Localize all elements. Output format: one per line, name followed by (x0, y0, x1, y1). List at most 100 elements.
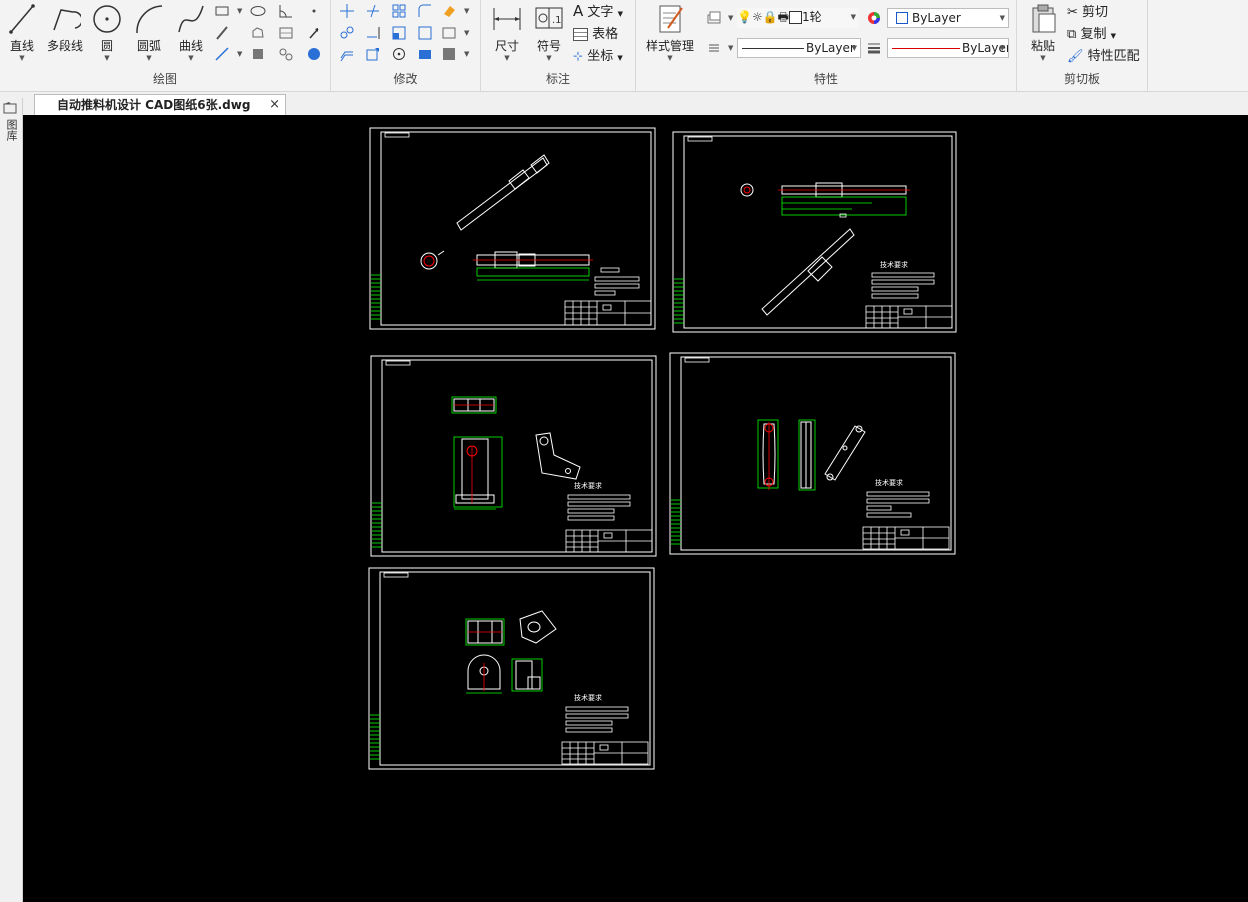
symbol-tool[interactable]: .1 符号 ▼ (531, 2, 567, 62)
chevron-down-icon: ▼ (104, 54, 110, 62)
layer-tool[interactable] (441, 25, 457, 41)
angle-tool[interactable] (278, 3, 294, 19)
lineweight-tool[interactable] (866, 40, 882, 56)
properties-panel-label: 特性 (813, 72, 838, 86)
circle-icon (93, 5, 121, 33)
tech-requirements-label: 技术要求 (875, 478, 903, 487)
lock-icon: 🔒 (762, 10, 778, 24)
drawing-canvas[interactable]: 技术要求 技术要求 技术要求 技术要求 (23, 115, 1248, 902)
color-wheel-tool[interactable] (866, 10, 882, 26)
chevron-down-icon[interactable]: ▼ (237, 7, 242, 15)
library-label: 图库 (5, 119, 18, 141)
group-icon (279, 48, 293, 61)
group-tool[interactable] (278, 46, 294, 62)
close-icon[interactable]: × (269, 95, 280, 115)
chevron-down-icon[interactable]: ▼ (464, 29, 469, 37)
match-properties-tool[interactable]: 🖌 特性匹配 (1067, 45, 1140, 64)
properties-tool[interactable] (441, 46, 457, 62)
lineweight-combo[interactable]: ByLayer ▼ (887, 38, 1009, 58)
style-manager-icon (659, 5, 683, 33)
drawing-sheet[interactable] (369, 127, 657, 331)
layer-combo[interactable]: 💡☼🔒🖶 1轮 ▼ (737, 8, 859, 28)
eraser-icon (444, 6, 455, 17)
library-icon (3, 102, 17, 114)
polyline-tool[interactable]: 多段线 (42, 2, 88, 54)
scale-tool[interactable] (391, 25, 407, 41)
block-tool[interactable] (250, 46, 266, 62)
stretch-tool[interactable] (365, 46, 381, 62)
copy-icon: ⧉ (1067, 27, 1077, 42)
drawing-sheet[interactable]: 技术要求 (669, 352, 957, 556)
ellipse-icon (250, 6, 266, 16)
list-icon (709, 44, 719, 52)
drawing-sheet[interactable]: 技术要求 (672, 131, 958, 334)
arc-label: 圆弧 (136, 39, 161, 53)
angle-icon (279, 5, 292, 18)
move-tool[interactable] (339, 3, 355, 19)
offset-tool[interactable] (339, 46, 355, 62)
color-combo[interactable]: ByLayer ▼ (887, 8, 1009, 28)
ellipse-tool[interactable] (250, 3, 266, 19)
explode-tool[interactable] (417, 46, 433, 62)
chevron-down-icon[interactable]: ▼ (237, 50, 242, 58)
hatch-tool[interactable] (278, 25, 294, 41)
line-tool[interactable]: 直线 ▼ (4, 2, 40, 62)
chamfer-icon (418, 26, 432, 40)
brush-icon: 🖌 (1067, 49, 1084, 64)
draw-panel: 直线 ▼ 多段线 圆 ▼ 圆弧 ▼ 曲线 ▼ ▼ ▼ 绘图 (0, 0, 331, 91)
document-tab[interactable]: 自动推料机设计 CAD图纸6张.dwg × (34, 94, 286, 115)
layer-state-tool[interactable] (706, 10, 722, 26)
drawing-sheet[interactable]: 技术要求 (370, 355, 658, 558)
move-icon (340, 4, 354, 18)
linetype-combo[interactable]: ByLayer ▼ (737, 38, 861, 58)
table-tool[interactable]: 表格 (573, 23, 618, 42)
trim-tool[interactable] (365, 3, 381, 19)
region-tool[interactable] (306, 46, 322, 62)
curve-tool[interactable]: 曲线 ▼ (172, 2, 210, 62)
library-button[interactable]: 图库 (3, 102, 18, 141)
stretch-icon (366, 48, 379, 61)
copy-object-tool[interactable] (339, 25, 355, 41)
dimension-tool[interactable]: 尺寸 ▼ (489, 2, 525, 62)
chevron-down-icon[interactable]: ▼ (728, 44, 733, 52)
point-tool[interactable] (306, 3, 322, 19)
properties-panel: 样式管理 ▼ ▼ 💡☼🔒🖶 1轮 ▼ ByLayer ▼ ▼ ByLayer ▼ … (636, 0, 1017, 91)
match-layer-tool[interactable] (706, 40, 722, 56)
chevron-down-icon[interactable]: ▼ (464, 50, 469, 58)
fillet-tool[interactable] (417, 3, 433, 19)
cloud-tool[interactable] (250, 25, 266, 41)
coordinate-tool[interactable]: ⊹ 坐标 ▼ (573, 45, 623, 64)
chevron-down-icon[interactable]: ▼ (464, 7, 469, 15)
rotate-tool[interactable] (391, 46, 407, 62)
extend-tool[interactable] (365, 25, 381, 41)
text-tool[interactable]: A 文字 ▼ (573, 1, 623, 20)
pen-tool[interactable] (214, 25, 230, 41)
polyline-icon (53, 9, 81, 31)
table-icon (573, 28, 588, 41)
arrow-tool[interactable] (306, 25, 322, 41)
extend-icon (367, 27, 380, 39)
arrow-icon (309, 28, 319, 39)
fillet-icon (418, 4, 431, 17)
chamfer-tool[interactable] (417, 25, 433, 41)
paste-tool[interactable]: 粘贴 ▼ (1023, 2, 1063, 62)
erase-tool[interactable] (441, 3, 457, 19)
array-tool[interactable] (391, 3, 407, 19)
circle-tool[interactable]: 圆 ▼ (89, 2, 125, 62)
cut-tool[interactable]: ✂ 剪切 (1067, 1, 1108, 20)
copy-tool[interactable]: ⧉ 复制 ▼ (1067, 23, 1116, 42)
drawing-sheet[interactable]: 技术要求 (368, 567, 656, 771)
hatch-icon (279, 27, 293, 39)
rectangle-tool[interactable] (214, 3, 230, 19)
chevron-down-icon: ▼ (617, 10, 623, 18)
style-manager-tool[interactable]: 样式管理 ▼ (642, 2, 698, 62)
chevron-down-icon[interactable]: ▼ (728, 14, 733, 22)
table-label: 表格 (592, 27, 619, 42)
chevron-down-icon: ▼ (1110, 32, 1116, 40)
chevron-down-icon: ▼ (617, 54, 623, 62)
arc-tool[interactable]: 圆弧 ▼ (130, 2, 168, 62)
trim-icon (367, 4, 379, 18)
color-wheel-icon (868, 12, 880, 24)
curve-icon (178, 5, 204, 33)
construction-line-tool[interactable] (214, 46, 230, 62)
